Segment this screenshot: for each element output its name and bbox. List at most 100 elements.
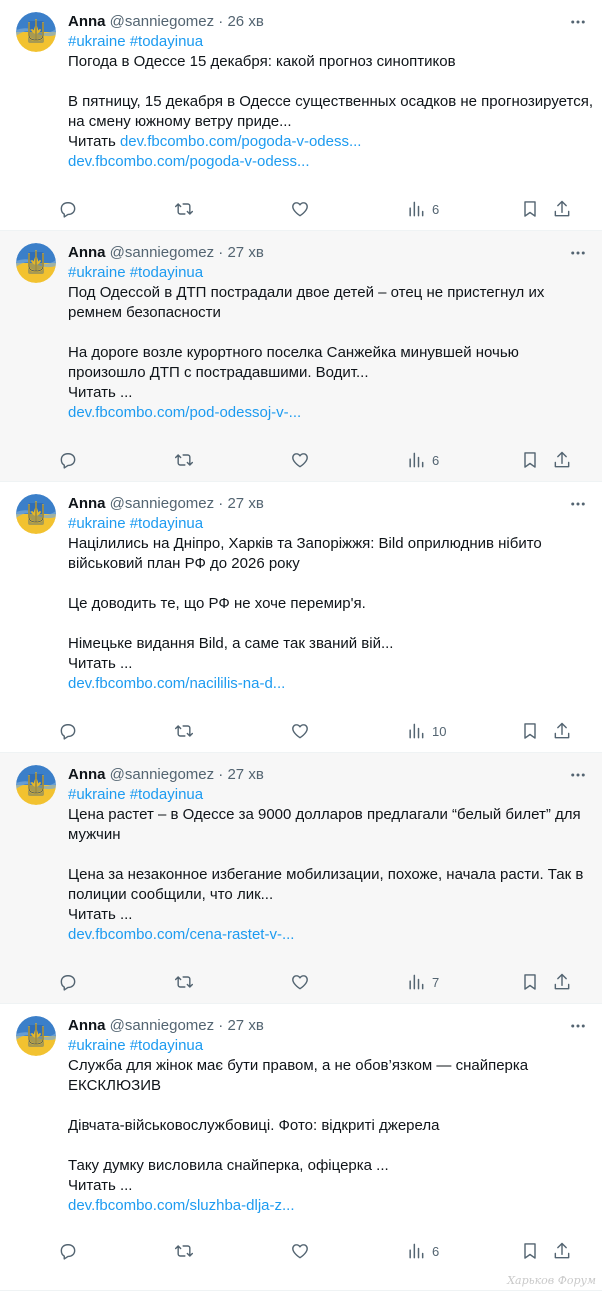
tweet-time[interactable]: 26 хв	[227, 13, 263, 30]
like-button[interactable]	[290, 443, 310, 477]
text-line: произошло ДТП с пострадавшими. Водит...	[68, 364, 369, 381]
bookmark-button[interactable]	[520, 965, 540, 999]
text-line: ЕКСКЛЮЗИВ	[68, 1077, 161, 1094]
tweet[interactable]: Anna @sanniegomez · 27 хв #ukraine #toda…	[0, 231, 602, 482]
article-link[interactable]: dev.fbcombo.com/nacililis-na-d...	[68, 674, 586, 694]
author-name[interactable]: Anna	[68, 1017, 106, 1034]
article-link[interactable]: dev.fbcombo.com/cena-rastet-v-...	[68, 925, 586, 945]
tweet-actions: 6	[58, 192, 588, 226]
share-button[interactable]	[552, 714, 572, 748]
retweet-button[interactable]	[174, 443, 194, 477]
article-link[interactable]: dev.fbcombo.com/pod-odessoj-v-...	[68, 403, 586, 423]
retweet-button[interactable]	[174, 192, 194, 226]
watermark: Харьков Форум	[507, 1274, 596, 1287]
views-button[interactable]: 7	[406, 965, 439, 999]
avatar[interactable]	[16, 494, 56, 534]
reply-icon	[60, 1244, 76, 1260]
reply-button[interactable]	[58, 192, 78, 226]
share-button[interactable]	[552, 1234, 572, 1268]
bookmark-icon	[524, 1243, 536, 1259]
reply-button[interactable]	[58, 1234, 78, 1268]
text-line: ремнем безопасности	[68, 304, 221, 321]
share-button[interactable]	[552, 965, 572, 999]
trident-avatar-icon	[16, 494, 56, 534]
reply-button[interactable]	[58, 443, 78, 477]
read-more-line: Читать dev.fbcombo.com/pogoda-v-odess...	[68, 132, 586, 152]
more-icon[interactable]	[566, 1014, 590, 1038]
views-button[interactable]: 6	[406, 192, 439, 226]
more-icon[interactable]	[566, 763, 590, 787]
hashtags[interactable]: #ukraine #todayinua	[68, 514, 586, 534]
author-name[interactable]: Anna	[68, 495, 106, 512]
tweet-header: Anna @sanniegomez · 27 хв	[68, 243, 586, 263]
tweet[interactable]: Anna @sanniegomez · 27 хв #ukraine #toda…	[0, 753, 602, 1004]
tweet-time[interactable]: 27 хв	[227, 244, 263, 261]
tweet[interactable]: Anna @sanniegomez · 27 хв #ukraine #toda…	[0, 1004, 602, 1291]
share-button[interactable]	[552, 443, 572, 477]
author-name[interactable]: Anna	[68, 244, 106, 261]
reply-button[interactable]	[58, 965, 78, 999]
tweet[interactable]: Anna @sanniegomez · 27 хв #ukraine #toda…	[0, 482, 602, 753]
author-name[interactable]: Anna	[68, 766, 106, 783]
like-button[interactable]	[290, 965, 310, 999]
hashtags[interactable]: #ukraine #todayinua	[68, 263, 586, 283]
article-link[interactable]: dev.fbcombo.com/pogoda-v-odess...	[120, 133, 362, 150]
tweet-time[interactable]: 27 хв	[227, 766, 263, 783]
text-line: Под Одессой в ДТП пострадали двое детей …	[68, 284, 545, 301]
avatar[interactable]	[16, 765, 56, 805]
like-button[interactable]	[290, 192, 310, 226]
separator-dot: ·	[218, 1017, 224, 1034]
article-link[interactable]: dev.fbcombo.com/pogoda-v-odess...	[68, 152, 586, 172]
tweet-actions: 10	[58, 714, 588, 748]
bookmark-button[interactable]	[520, 1234, 540, 1268]
tweet-text: #ukraine #todayinua Погода в Одессе 15 де…	[68, 32, 593, 172]
views-button[interactable]: 10	[406, 714, 446, 748]
tweet-time[interactable]: 27 хв	[227, 1017, 263, 1034]
text-line: Це доводить те, що РФ не хоче перемир'я.	[68, 595, 366, 612]
reply-button[interactable]	[58, 714, 78, 748]
bookmark-button[interactable]	[520, 714, 540, 748]
tweet-text: #ukraine #todayinua Цена растет – в Одесс…	[68, 785, 586, 945]
author-handle[interactable]: @sanniegomez	[110, 13, 214, 30]
author-handle[interactable]: @sanniegomez	[110, 766, 214, 783]
retweet-button[interactable]	[174, 714, 194, 748]
bookmark-button[interactable]	[520, 192, 540, 226]
article-link[interactable]: dev.fbcombo.com/sluzhba-dlja-z...	[68, 1196, 586, 1216]
heart-icon	[292, 453, 308, 468]
hashtags[interactable]: #ukraine #todayinua	[68, 32, 586, 52]
retweet-icon	[174, 203, 194, 215]
more-icon[interactable]	[566, 492, 590, 516]
retweet-button[interactable]	[174, 965, 194, 999]
views-icon	[409, 452, 424, 468]
bookmark-button[interactable]	[520, 443, 540, 477]
bookmark-icon	[524, 974, 536, 990]
more-icon[interactable]	[566, 10, 590, 34]
text-line: Погода в Одессе 15 декабря: какой прогно…	[68, 53, 456, 70]
hashtags[interactable]: #ukraine #todayinua	[68, 785, 586, 805]
hashtags[interactable]: #ukraine #todayinua	[68, 1036, 586, 1056]
text-line: Читать ...	[68, 384, 133, 401]
author-handle[interactable]: @sanniegomez	[110, 1017, 214, 1034]
avatar[interactable]	[16, 12, 56, 52]
trident-avatar-icon	[16, 765, 56, 805]
more-icon[interactable]	[566, 241, 590, 265]
text-line: мужчин	[68, 826, 121, 843]
like-button[interactable]	[290, 1234, 310, 1268]
share-icon	[554, 1242, 570, 1259]
avatar[interactable]	[16, 1016, 56, 1056]
tweet[interactable]: Anna @sanniegomez · 26 хв #ukraine #toda…	[0, 0, 602, 231]
tweet-time[interactable]: 27 хв	[227, 495, 263, 512]
like-button[interactable]	[290, 714, 310, 748]
trident-avatar-icon	[16, 12, 56, 52]
share-button[interactable]	[552, 192, 572, 226]
retweet-icon	[174, 454, 194, 466]
author-name[interactable]: Anna	[68, 13, 106, 30]
avatar[interactable]	[16, 243, 56, 283]
author-handle[interactable]: @sanniegomez	[110, 244, 214, 261]
views-icon	[409, 1243, 424, 1259]
author-handle[interactable]: @sanniegomez	[110, 495, 214, 512]
retweet-button[interactable]	[174, 1234, 194, 1268]
views-button[interactable]: 6	[406, 443, 439, 477]
views-button[interactable]: 6	[406, 1234, 439, 1268]
